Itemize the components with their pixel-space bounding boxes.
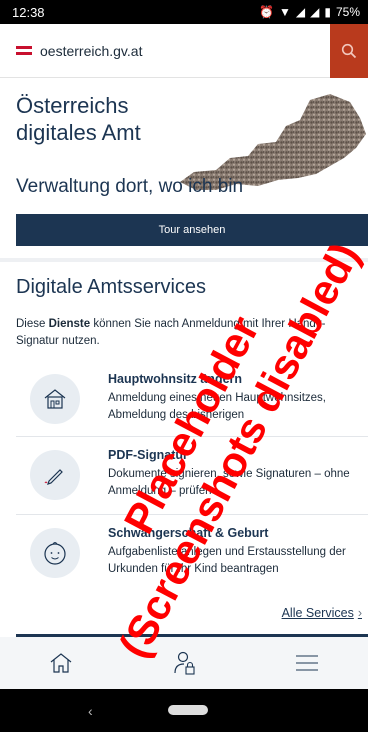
chevron-right-icon: › [357, 606, 362, 620]
service-separator [16, 436, 368, 437]
hero-subtitle: Verwaltung dort, wo ich bin [16, 176, 244, 197]
tour-button[interactable]: Tour ansehen [16, 214, 368, 246]
home-pill-button[interactable] [168, 705, 208, 715]
wifi-icon: ▼ [279, 5, 291, 19]
back-chevron-icon[interactable]: ‹ [88, 703, 93, 719]
home-icon [50, 653, 72, 673]
signal-icon-2: ◢ [310, 5, 320, 19]
service-item-pdf-signatur[interactable]: PDF-Signatur Dokumente signieren, sowie … [16, 442, 368, 514]
service-title: Schwangerschaft & Geburt [108, 526, 269, 540]
status-icons: ⏰ ▼ ◢ ◢ ▮ 75% [259, 5, 360, 19]
service-separator [16, 514, 368, 515]
services-section-description: Diese Dienste können Sie nach Anmeldung … [16, 318, 326, 347]
battery-level: 75% [335, 5, 360, 19]
section-divider [0, 258, 368, 262]
search-button[interactable] [330, 24, 368, 78]
pen-icon [44, 469, 63, 485]
hero-title: Österreichs digitales Amt [16, 92, 176, 146]
all-services-label: Alle Services [281, 606, 354, 620]
austria-flag-icon [16, 45, 32, 56]
service-description: Dokumente signieren, sowie Signaturen – … [108, 468, 350, 497]
service-title: PDF-Signatur [108, 448, 188, 462]
service-item-schwangerschaft[interactable]: Schwangerschaft & Geburt Aufgabenliste a… [16, 520, 368, 592]
all-services-link[interactable]: Alle Services › [282, 606, 362, 620]
android-navigation-bar: ‹ [0, 689, 368, 732]
nav-menu-button[interactable] [277, 641, 337, 685]
status-bar: 12:38 ⏰ ▼ ◢ ◢ ▮ 75% [0, 0, 368, 24]
search-icon [341, 43, 357, 59]
nav-home-button[interactable] [31, 641, 91, 685]
alarm-icon: ⏰ [259, 5, 274, 19]
house-icon [44, 389, 66, 409]
service-description: Aufgabenliste anlegen und Erstausstellun… [108, 546, 346, 575]
service-description: Anmeldung eines neuen Hauptwohnsitzes, A… [108, 392, 327, 421]
service-item-hauptwohnsitz[interactable]: Hauptwohnsitz ändern Anmeldung eines neu… [16, 366, 368, 438]
service-icon-circle [30, 450, 80, 500]
service-title: Hauptwohnsitz ändern [108, 372, 243, 386]
site-header: oesterreich.gv.at [0, 24, 368, 78]
hamburger-menu-icon [295, 655, 318, 671]
baby-face-icon [44, 542, 66, 565]
battery-icon: ▮ [324, 5, 331, 19]
hero-title-line1: Österreichs [16, 93, 129, 118]
bottom-navigation [0, 637, 368, 689]
status-time: 12:38 [12, 4, 45, 20]
signal-icon: ◢ [295, 5, 306, 19]
service-icon-circle [30, 528, 80, 578]
hero-title-line2: digitales Amt [16, 120, 141, 145]
services-section-title: Digitale Amtsservices [16, 276, 207, 298]
nav-account-button[interactable] [154, 641, 214, 685]
user-lock-icon [174, 651, 195, 675]
hero-section: Österreichs digitales Amt Verwaltung dor… [0, 78, 368, 268]
site-name[interactable]: oesterreich.gv.at [40, 43, 142, 59]
service-icon-circle [30, 374, 80, 424]
